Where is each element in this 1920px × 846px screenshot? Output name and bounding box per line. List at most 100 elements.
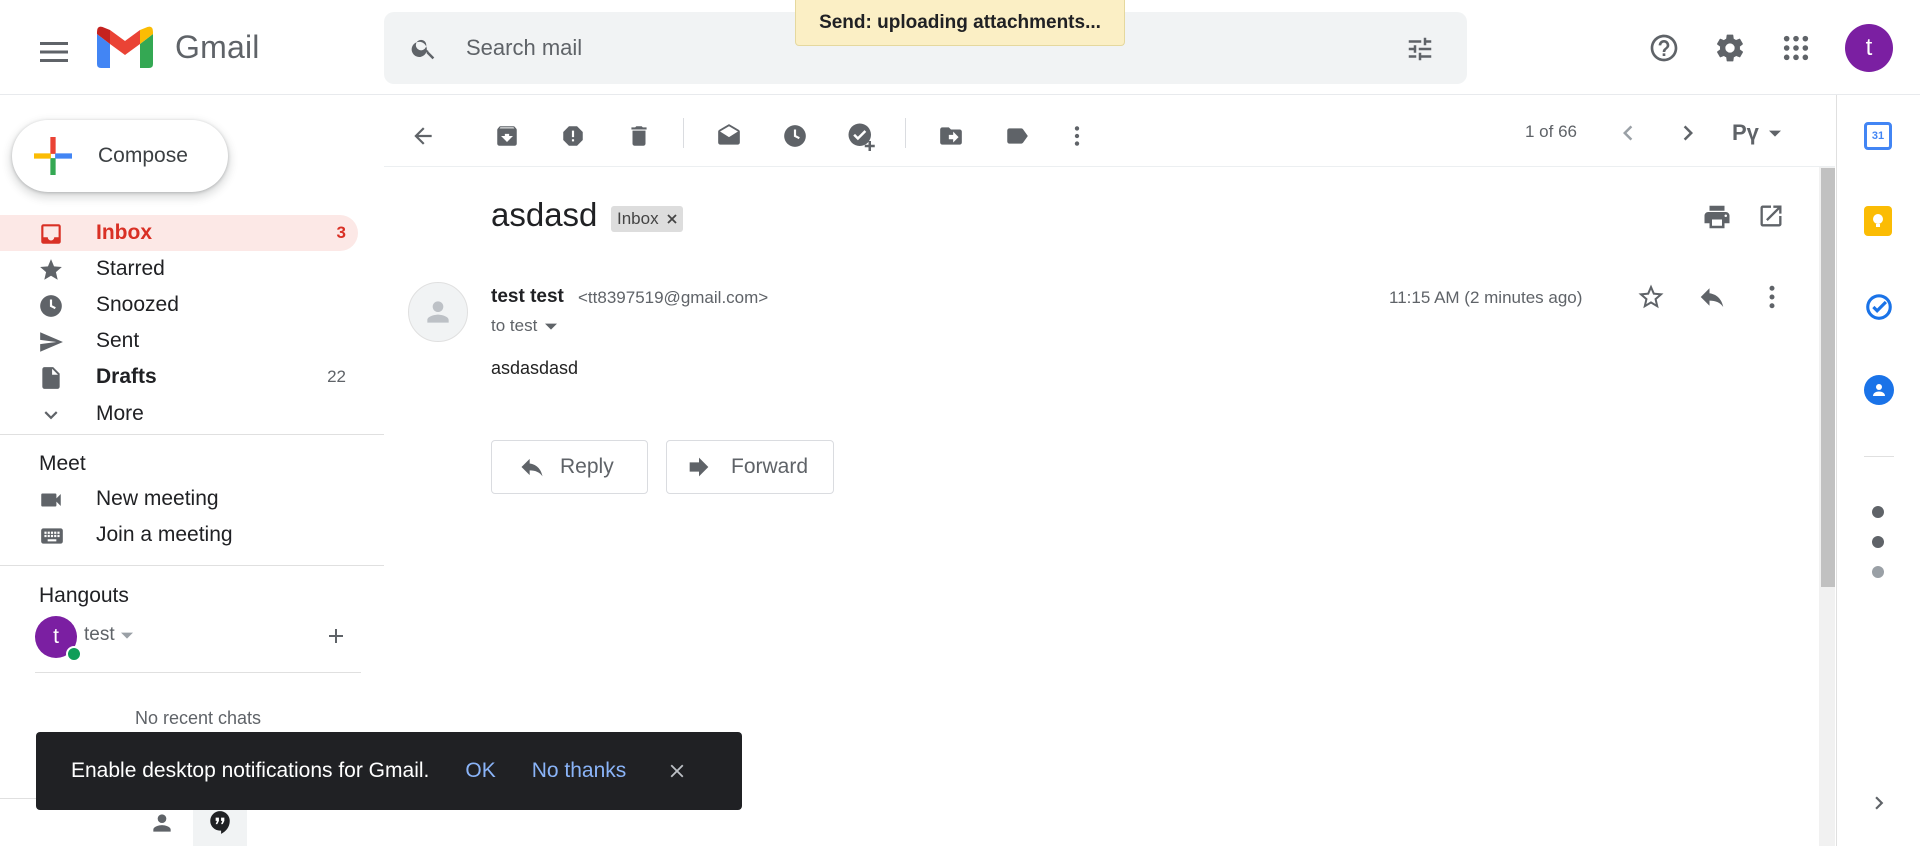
contacts-app-button[interactable] [1864,375,1894,405]
show-side-panel-button[interactable] [1866,790,1892,816]
print-icon [1704,205,1730,229]
hangouts-divider [35,672,361,673]
hangouts-user-menu[interactable]: test [84,624,133,646]
addon-icon[interactable] [1872,566,1884,578]
calendar-app-button[interactable]: 31 [1864,122,1892,150]
move-to-button[interactable] [931,116,971,156]
reply-icon [1700,288,1724,307]
main-menu-button[interactable] [30,28,78,76]
more-actions-button[interactable] [1057,116,1097,156]
person-icon [427,301,449,323]
sidebar-item-starred[interactable]: Starred [0,251,358,287]
sidebar-item-snoozed[interactable]: Snoozed [0,287,358,323]
print-all-button[interactable] [1702,202,1732,232]
caret-down-icon [1768,130,1781,137]
arrow-back-icon [414,127,432,145]
recipient-details[interactable]: to test [491,316,558,336]
send-icon [38,329,64,355]
contacts-tab[interactable] [149,810,175,836]
sidebar-item-label: Snoozed [96,293,179,316]
unread-count: 3 [336,223,346,242]
chevron-right-icon [1875,796,1884,810]
support-button[interactable] [1640,24,1688,72]
older-button[interactable] [1673,118,1703,148]
label-chip-text: Inbox [617,209,659,228]
plus-icon [329,629,343,643]
apps-grid-icon [1783,35,1809,61]
add-to-tasks-button[interactable] [841,116,881,156]
chevron-right-icon [1683,125,1693,141]
search-icon[interactable] [410,34,438,62]
labels-button[interactable] [997,116,1037,156]
join-meeting-label: Join a meeting [96,523,233,546]
back-button[interactable] [403,116,443,156]
gear-icon [1717,34,1744,62]
reply-button-small[interactable] [1697,282,1727,312]
sidebar-item-drafts[interactable]: Drafts 22 [0,359,358,395]
input-tools-button[interactable]: Рү [1732,120,1781,146]
calendar-icon-day: 31 [1871,130,1885,142]
sidebar-item-label: Drafts [96,365,157,388]
online-status-indicator [66,646,82,662]
account-avatar[interactable]: t [1845,24,1893,72]
star-button[interactable] [1636,282,1666,312]
snooze-button[interactable] [775,116,815,156]
sender-email: <tt8397519@gmail.com> [578,288,769,307]
more-vert-icon [1074,126,1080,146]
meet-section-title: Meet [39,452,86,475]
sender-avatar[interactable] [408,282,468,342]
reply-button[interactable]: Reply [491,440,648,494]
draft-count: 22 [327,367,346,386]
addon-icon[interactable] [1872,536,1884,548]
newer-button[interactable] [1613,118,1643,148]
search-options-icon[interactable] [1405,34,1435,64]
notification-ok-button[interactable]: OK [465,759,495,783]
star-outline-icon [1638,284,1664,309]
notification-no-thanks-button[interactable]: No thanks [532,759,627,783]
delete-button[interactable] [619,116,659,156]
star-icon [38,257,64,283]
settings-button[interactable] [1706,24,1754,72]
compose-plus-icon [34,137,72,175]
email-body: asdasdasd [491,358,579,378]
person-icon [153,814,171,832]
remove-label-icon[interactable] [666,214,677,224]
addon-icon[interactable] [1872,506,1884,518]
report-spam-button[interactable] [553,116,593,156]
trash-icon [631,126,647,146]
caret-down-icon [120,632,133,639]
sidebar-item-sent[interactable]: Sent [0,323,358,359]
tasks-icon [1866,294,1892,320]
inbox-icon [38,221,64,247]
person-icon [1873,384,1885,396]
keep-app-button[interactable] [1864,206,1892,236]
caret-down-icon [545,323,558,330]
sender-name[interactable]: test test [491,286,564,308]
sidebar-item-more[interactable]: More [0,396,358,432]
notification-text: Enable desktop notifications for Gmail. [71,759,430,782]
sidebar-item-inbox[interactable]: Inbox 3 [0,215,358,251]
clock-icon [784,125,806,147]
more-options-button[interactable] [1757,282,1787,312]
scrollbar-thumb[interactable] [1821,168,1835,587]
move-to-folder-icon [940,127,962,145]
new-chat-button[interactable] [324,624,348,648]
tasks-app-button[interactable] [1864,292,1894,322]
join-meeting-item[interactable]: Join a meeting [0,517,358,553]
forward-button[interactable]: Forward [666,440,834,494]
toolbar-separator [683,118,684,148]
side-panel-divider [1864,456,1894,457]
mark-unread-button[interactable] [709,116,749,156]
notification-close-button[interactable] [666,760,688,782]
archive-button[interactable] [487,116,527,156]
compose-button[interactable]: Compose [12,120,228,192]
open-new-window-button[interactable] [1757,202,1785,230]
gmail-logo[interactable]: Gmail [97,26,260,68]
apps-button[interactable] [1772,24,1820,72]
chevron-left-icon [1623,125,1633,141]
video-camera-icon [38,487,64,513]
close-icon [670,764,684,778]
new-meeting-item[interactable]: New meeting [0,481,358,517]
more-vert-icon [1769,285,1775,309]
forward-label: Forward [731,455,809,478]
